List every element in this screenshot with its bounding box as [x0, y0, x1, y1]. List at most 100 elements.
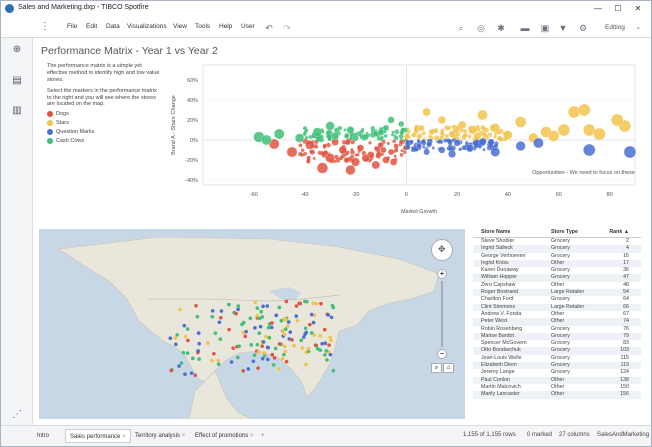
store-marker[interactable]	[255, 306, 260, 310]
store-marker[interactable]	[216, 362, 221, 366]
table-row[interactable]: Ingrid Salleck Grocery 4	[473, 245, 641, 253]
table-row[interactable]: Marily Lancaster Other 156	[473, 391, 641, 399]
add-icon[interactable]: ⊕	[10, 43, 24, 57]
store-marker[interactable]	[257, 331, 262, 336]
scatter-point[interactable]	[431, 146, 435, 150]
data-icon[interactable]: ▤	[10, 74, 24, 88]
store-marker[interactable]	[240, 322, 244, 327]
scatter-point[interactable]	[362, 133, 369, 141]
scatter-point[interactable]	[477, 109, 488, 121]
store-marker[interactable]	[319, 301, 323, 306]
scatter-point[interactable]	[394, 129, 400, 135]
store-marker[interactable]	[219, 309, 224, 313]
store-marker[interactable]	[264, 334, 268, 339]
store-marker[interactable]	[173, 336, 177, 340]
scatter-point[interactable]	[325, 121, 335, 131]
scatter-point[interactable]	[583, 143, 596, 157]
scatter-point[interactable]	[298, 152, 303, 157]
scatter-point[interactable]	[490, 147, 500, 157]
scatter-point[interactable]	[370, 126, 376, 131]
store-marker[interactable]	[256, 366, 260, 370]
table-row[interactable]: Martin Malcovich Other 150	[473, 384, 641, 391]
scatter-point[interactable]	[346, 126, 355, 134]
scatter-point[interactable]	[486, 136, 490, 140]
store-marker[interactable]	[288, 330, 293, 334]
scatter-point[interactable]	[593, 127, 606, 141]
store-marker[interactable]	[227, 327, 231, 332]
store-marker[interactable]	[299, 338, 304, 343]
add-page-button[interactable]: +	[257, 429, 269, 443]
store-marker[interactable]	[217, 320, 222, 325]
store-marker[interactable]	[229, 360, 234, 364]
scatter-point[interactable]	[305, 140, 315, 150]
scatter-point[interactable]	[423, 148, 430, 156]
store-marker[interactable]	[274, 313, 279, 318]
store-marker[interactable]	[300, 346, 305, 350]
store-marker[interactable]	[272, 356, 277, 360]
zoom-out-button[interactable]: −	[437, 349, 447, 359]
store-marker[interactable]	[259, 309, 263, 314]
scatter-point[interactable]	[338, 145, 347, 155]
map-pan-control[interactable]: ✥	[431, 239, 453, 261]
store-marker[interactable]	[266, 325, 271, 330]
store-marker[interactable]	[292, 343, 296, 348]
scatter-point[interactable]	[312, 127, 322, 137]
tab-close-icon[interactable]: ×	[122, 434, 126, 440]
scatter-point[interactable]	[494, 141, 499, 146]
scatter-point[interactable]	[400, 149, 404, 153]
scatter-point[interactable]	[482, 148, 486, 152]
table-row[interactable]: Marise Bardot Grocery 79	[473, 332, 641, 341]
store-marker[interactable]	[277, 305, 282, 310]
scatter-point[interactable]	[422, 145, 426, 149]
store-marker[interactable]	[251, 359, 256, 364]
store-marker[interactable]	[186, 338, 190, 343]
store-marker[interactable]	[243, 334, 248, 339]
store-marker[interactable]	[314, 301, 319, 306]
store-marker[interactable]	[261, 340, 266, 344]
scatter-point[interactable]	[361, 153, 370, 163]
store-marker[interactable]	[330, 303, 335, 308]
store-marker[interactable]	[197, 357, 201, 361]
store-marker[interactable]	[189, 371, 194, 375]
store-marker[interactable]	[329, 338, 333, 343]
store-marker[interactable]	[197, 341, 201, 346]
store-marker[interactable]	[255, 342, 260, 347]
performance-scatter-chart[interactable]: 60% 40% 20% 0% -20% -40% -60 -40 -20 0 20 40 60 80 Mar…	[165, 59, 645, 221]
store-marker[interactable]	[260, 356, 265, 361]
zoom-rect-icon[interactable]: ⌕	[431, 363, 442, 373]
scatter-point[interactable]	[343, 128, 347, 132]
scatter-point[interactable]	[342, 140, 347, 145]
table-row[interactable]: Andrew V. Fonda Other 67	[473, 311, 641, 318]
tab-close-icon[interactable]: ×	[182, 433, 186, 439]
store-marker[interactable]	[273, 346, 278, 351]
tab-intro[interactable]: Intro	[33, 429, 53, 443]
scatter-point[interactable]	[308, 134, 313, 139]
store-marker[interactable]	[241, 330, 245, 335]
scatter-point[interactable]	[447, 125, 452, 130]
scatter-point[interactable]	[399, 152, 404, 157]
store-table[interactable]: Store Name Store Type Rank ▲ Steve Shobl…	[473, 229, 641, 419]
scatter-point[interactable]	[611, 113, 624, 127]
store-marker[interactable]	[271, 363, 276, 367]
scatter-point[interactable]	[458, 147, 462, 152]
scatter-point[interactable]	[334, 127, 340, 133]
scatter-point[interactable]	[457, 120, 467, 130]
store-marker[interactable]	[174, 342, 178, 347]
scatter-point[interactable]	[409, 139, 414, 145]
store-marker[interactable]	[282, 344, 287, 349]
scatter-point[interactable]	[461, 135, 467, 140]
store-marker[interactable]	[196, 331, 201, 335]
store-marker[interactable]	[236, 355, 240, 360]
scatter-point[interactable]	[406, 127, 410, 131]
store-marker[interactable]	[205, 341, 210, 345]
store-marker[interactable]	[284, 359, 289, 364]
store-marker[interactable]	[246, 367, 251, 371]
scatter-point[interactable]	[352, 134, 359, 142]
store-map[interactable]: ✥ + − ⌕ ⌂	[39, 229, 465, 419]
store-marker[interactable]	[286, 320, 291, 324]
store-marker[interactable]	[169, 368, 174, 373]
home-icon[interactable]: ⌂	[443, 363, 454, 373]
store-marker[interactable]	[210, 358, 214, 363]
store-marker[interactable]	[253, 300, 258, 305]
store-marker[interactable]	[227, 302, 231, 307]
